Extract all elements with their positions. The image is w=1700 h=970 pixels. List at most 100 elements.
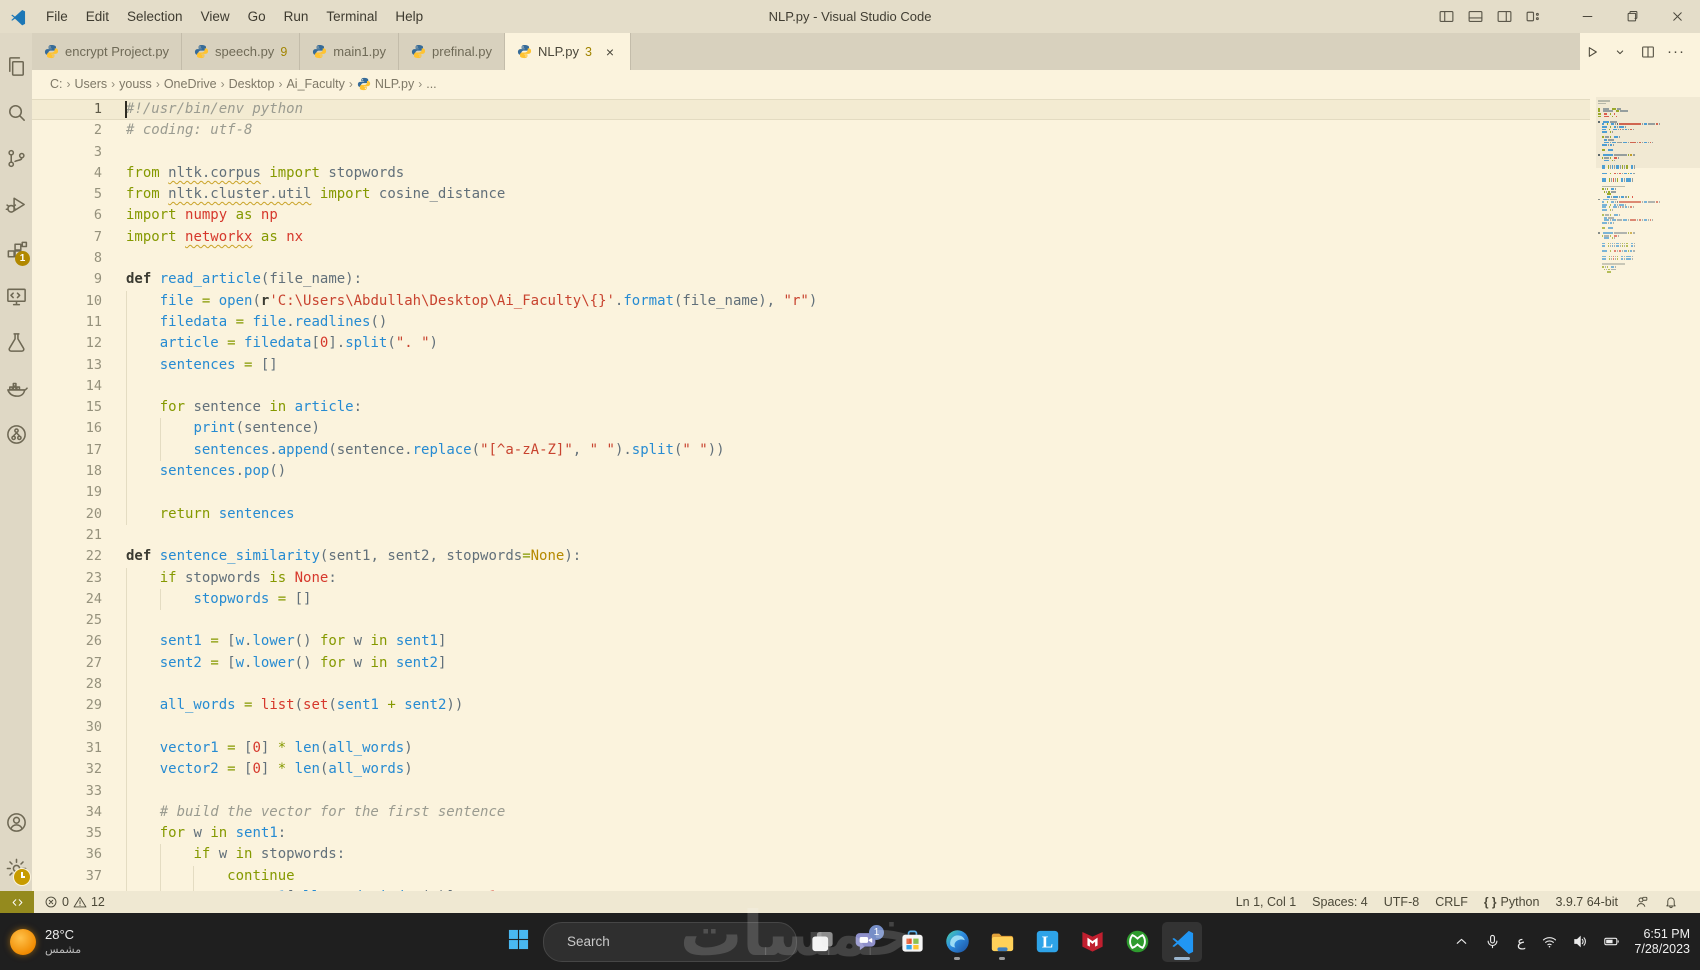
code-line[interactable]: 27 sent2 = [w.lower() for w in sent2] (32, 652, 1590, 675)
status-language-mode[interactable]: { } Python (1476, 895, 1548, 909)
layout-customize-icon[interactable] (1520, 3, 1547, 30)
activity-docker[interactable] (0, 365, 32, 411)
activity-remote-explorer[interactable] (0, 273, 32, 319)
activity-run-debug[interactable] (0, 181, 32, 227)
run-dropdown[interactable] (1608, 40, 1632, 64)
code-line[interactable]: 8 (32, 248, 1590, 269)
split-editor-button[interactable] (1636, 40, 1660, 64)
code-line[interactable]: 21 (32, 525, 1590, 546)
code-line[interactable]: 32 vector2 = [0] * len(all_words) (32, 759, 1590, 781)
code-line[interactable]: 17 sentences.append(sentence.replace("[^… (32, 439, 1590, 462)
activity-search[interactable] (0, 89, 32, 135)
tab-speech-py[interactable]: speech.py 9 (182, 33, 301, 70)
close-button[interactable] (1655, 0, 1700, 33)
breadcrumb-item[interactable]: ... (426, 77, 436, 91)
battery-icon[interactable] (1603, 933, 1620, 950)
minimize-button[interactable] (1565, 0, 1610, 33)
menu-run[interactable]: Run (275, 0, 318, 33)
taskbar-store[interactable] (892, 922, 932, 962)
code-line[interactable]: 9 def read_article(file_name): (32, 269, 1590, 290)
code-line[interactable]: 37 continue (32, 865, 1590, 887)
restore-button[interactable] (1610, 0, 1655, 33)
activity-gitlens[interactable] (0, 411, 32, 457)
activity-account[interactable] (0, 799, 32, 845)
taskbar-xbox[interactable] (1117, 922, 1157, 962)
taskbar-chat[interactable]: 1 (847, 922, 887, 962)
more-actions-button[interactable]: ··· (1664, 40, 1688, 64)
status-notifications[interactable] (1656, 895, 1686, 909)
code-editor[interactable]: 1 #!/usr/bin/env python 2 # coding: utf-8 3 4… (32, 97, 1700, 891)
activity-source-control[interactable] (0, 135, 32, 181)
code-line[interactable]: 28 (32, 674, 1590, 696)
taskbar-search[interactable]: Search (543, 921, 797, 962)
tab-prefinal-py[interactable]: prefinal.py (399, 33, 505, 70)
taskbar-task-view[interactable] (802, 922, 842, 962)
layout-sidebar-right-icon[interactable] (1491, 3, 1518, 30)
start-button[interactable] (498, 922, 538, 962)
code-line[interactable]: 16 print(sentence) (32, 418, 1590, 440)
breadcrumb-item[interactable]: Desktop (229, 77, 275, 91)
code-line[interactable]: 20 return sentences (32, 503, 1590, 525)
run-button[interactable] (1580, 40, 1604, 64)
taskbar-l-app[interactable]: L (1027, 922, 1067, 962)
minimap[interactable] (1596, 97, 1700, 274)
tab-nlp-py[interactable]: NLP.py 3 × (505, 33, 631, 70)
code-line[interactable]: 15 for sentence in article: (32, 397, 1590, 419)
code-line[interactable]: 12 article = filedata[0].split(". ") (32, 333, 1590, 355)
problems-indicator[interactable]: 0 12 (34, 895, 115, 909)
wifi-icon[interactable] (1541, 933, 1558, 950)
taskbar-clock[interactable]: 6:51 PM 7/28/2023 (1634, 927, 1690, 957)
code-line[interactable]: 7 import networkx as nx (32, 227, 1590, 248)
code-line[interactable]: 18 sentences.pop() (32, 461, 1590, 483)
code-line[interactable]: 23 if stopwords is None: (32, 567, 1590, 589)
code-line[interactable]: 33 (32, 780, 1590, 802)
code-line[interactable]: 24 stopwords = [] (32, 588, 1590, 611)
breadcrumb-item[interactable]: NLP.py (357, 77, 414, 91)
breadcrumb-item[interactable]: Ai_Faculty (286, 77, 344, 91)
menu-help[interactable]: Help (386, 0, 432, 33)
code-line[interactable]: 26 sent1 = [w.lower() for w in sent1] (32, 631, 1590, 653)
language-indicator[interactable]: ع (1515, 933, 1527, 950)
code-line[interactable]: 38 vector1[all_words.index(w)] += 1 (32, 886, 1590, 891)
status-eol[interactable]: CRLF (1427, 895, 1476, 909)
weather-widget[interactable]: 28°C مشمس (10, 927, 81, 957)
code-line[interactable]: 29 all_words = list(set(sent1 + sent2)) (32, 695, 1590, 717)
layout-sidebar-icon[interactable] (1433, 3, 1460, 30)
activity-extensions[interactable]: 1 (0, 227, 32, 273)
status-python-interpreter[interactable]: 3.9.7 64-bit (1547, 895, 1626, 909)
remote-indicator[interactable] (0, 891, 34, 913)
breadcrumb-item[interactable]: C: (50, 77, 63, 91)
code-line[interactable]: 31 vector1 = [0] * len(all_words) (32, 737, 1590, 760)
tab-main1-py[interactable]: main1.py (300, 33, 400, 70)
code-line[interactable]: 10 file = open(r'C:\Users\Abdullah\Deskt… (32, 290, 1590, 312)
code-line[interactable]: 25 (32, 610, 1590, 632)
status-cursor-position[interactable]: Ln 1, Col 1 (1228, 895, 1304, 909)
code-line[interactable]: 2 # coding: utf-8 (32, 120, 1590, 141)
code-line[interactable]: 14 (32, 375, 1590, 398)
breadcrumb-item[interactable]: youss (119, 77, 152, 91)
taskbar-mcafee[interactable] (1072, 922, 1112, 962)
code-line[interactable]: 1 #!/usr/bin/env python (32, 99, 1590, 121)
status-feedback[interactable] (1626, 895, 1656, 909)
status-indentation[interactable]: Spaces: 4 (1304, 895, 1376, 909)
breadcrumb-item[interactable]: Users (75, 77, 108, 91)
menu-selection[interactable]: Selection (118, 0, 192, 33)
code-line[interactable]: 35 for w in sent1: (32, 823, 1590, 845)
activity-testing[interactable] (0, 319, 32, 365)
status-encoding[interactable]: UTF-8 (1376, 895, 1427, 909)
menu-terminal[interactable]: Terminal (317, 0, 386, 33)
layout-panel-icon[interactable] (1462, 3, 1489, 30)
menu-view[interactable]: View (192, 0, 239, 33)
activity-settings[interactable] (0, 845, 32, 891)
breadcrumb-item[interactable]: OneDrive (164, 77, 217, 91)
chevron-up-icon[interactable] (1453, 933, 1470, 950)
taskbar-file-explorer[interactable] (982, 922, 1022, 962)
code-line[interactable]: 30 (32, 716, 1590, 738)
activity-explorer[interactable] (0, 43, 32, 89)
menu-file[interactable]: File (37, 0, 77, 33)
menu-go[interactable]: Go (239, 0, 275, 33)
code-line[interactable]: 5 from nltk.cluster.util import cosine_di… (32, 184, 1590, 205)
code-line[interactable]: 36 if w in stopwords: (32, 844, 1590, 866)
code-line[interactable]: 22 def sentence_similarity(sent1, sent2, … (32, 546, 1590, 567)
code-line[interactable]: 13 sentences = [] (32, 354, 1590, 376)
